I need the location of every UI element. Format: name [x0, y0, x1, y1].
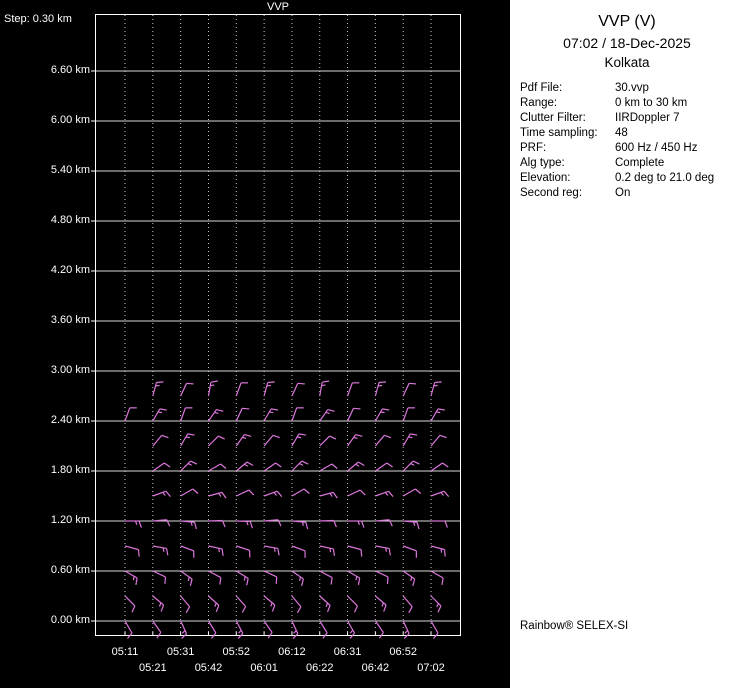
- y-axis-tick-label: 2.40 km: [0, 414, 90, 426]
- info-row-elevation: Elevation:0.2 deg to 21.0 deg: [520, 171, 744, 186]
- y-axis-tick-label: 1.80 km: [0, 464, 90, 476]
- info-value: Complete: [615, 157, 664, 169]
- info-label: Pdf File:: [520, 81, 615, 96]
- info-panel: VVP (V) 07:02 / 18-Dec-2025 Kolkata Pdf …: [510, 0, 744, 688]
- wind-barb-plot: [95, 14, 461, 636]
- y-axis-tick-label: 3.00 km: [0, 364, 90, 376]
- panel-title: VVP (V): [510, 0, 744, 31]
- x-axis-tick-label: 06:12: [266, 646, 318, 658]
- info-label: Range:: [520, 96, 615, 111]
- info-row-pdf-file: Pdf File:30.vvp: [520, 81, 744, 96]
- info-label: Time sampling:: [520, 126, 615, 141]
- y-axis-tick-label: 0.60 km: [0, 564, 90, 576]
- info-row-prf: PRF:600 Hz / 450 Hz: [520, 141, 744, 156]
- info-label: PRF:: [520, 141, 615, 156]
- info-value: IIRDoppler 7: [615, 112, 680, 124]
- plot-border: [96, 15, 461, 636]
- info-label: Alg type:: [520, 156, 615, 171]
- info-label: Second reg:: [520, 186, 615, 201]
- x-axis-tick-label: 05:11: [99, 646, 151, 658]
- panel-site: Kolkata: [510, 51, 744, 70]
- info-value: 30.vvp: [615, 82, 649, 94]
- x-axis-tick-label: 07:02: [405, 662, 457, 674]
- y-axis-tick-label: 5.40 km: [0, 164, 90, 176]
- info-value: 0.2 deg to 21.0 deg: [615, 172, 714, 184]
- x-axis-tick-label: 06:52: [377, 646, 429, 658]
- plot-title: VVP: [95, 1, 461, 13]
- info-label: Clutter Filter:: [520, 111, 615, 126]
- info-value: 600 Hz / 450 Hz: [615, 142, 697, 154]
- y-axis-tick-label: 6.60 km: [0, 64, 90, 76]
- x-axis-tick-label: 06:01: [238, 662, 290, 674]
- x-axis-tick-label: 06:42: [349, 662, 401, 674]
- x-axis-tick-label: 05:42: [182, 662, 234, 674]
- info-label: Elevation:: [520, 171, 615, 186]
- x-axis-tick-label: 05:52: [210, 646, 262, 658]
- info-value: On: [615, 187, 630, 199]
- x-axis-tick-label: 05:31: [155, 646, 207, 658]
- info-row-time-sampling: Time sampling:48: [520, 126, 744, 141]
- y-axis-tick-label: 0.00 km: [0, 614, 90, 626]
- brand-footer: Rainbow® SELEX-SI: [520, 620, 628, 632]
- y-axis-tick-label: 4.20 km: [0, 264, 90, 276]
- x-axis-tick-label: 06:31: [322, 646, 374, 658]
- y-axis-tick-label: 3.60 km: [0, 314, 90, 326]
- info-row-clutter-filter: Clutter Filter:IIRDoppler 7: [520, 111, 744, 126]
- panel-datetime: 07:02 / 18-Dec-2025: [510, 31, 744, 51]
- info-row-alg-type: Alg type:Complete: [520, 156, 744, 171]
- x-axis-tick-label: 06:22: [294, 662, 346, 674]
- y-axis-tick-label: 1.20 km: [0, 514, 90, 526]
- info-value: 0 km to 30 km: [615, 97, 687, 109]
- y-axis-tick-label: 6.00 km: [0, 114, 90, 126]
- info-row-range: Range:0 km to 30 km: [520, 96, 744, 111]
- info-list: Pdf File:30.vvp Range:0 km to 30 km Clut…: [510, 81, 744, 201]
- info-row-second-reg: Second reg:On: [520, 186, 744, 201]
- x-axis-tick-label: 05:21: [127, 662, 179, 674]
- step-label: Step: 0.30 km: [4, 13, 72, 25]
- y-axis-tick-label: 4.80 km: [0, 214, 90, 226]
- vvp-radar-window: { "colors": { "plot_bg": "#000000", "pan…: [0, 0, 744, 688]
- info-value: 48: [615, 127, 628, 139]
